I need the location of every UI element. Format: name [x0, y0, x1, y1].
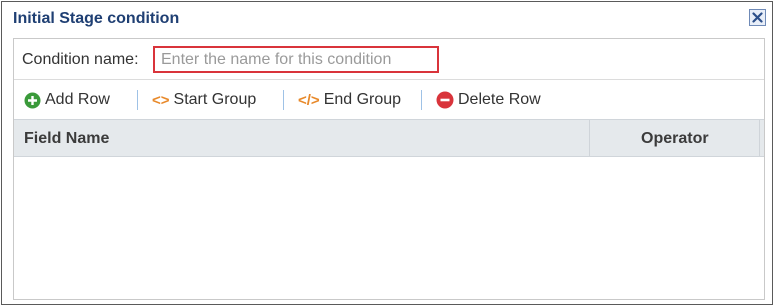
- close-icon[interactable]: [749, 9, 766, 26]
- add-row-button[interactable]: Add Row: [24, 89, 110, 111]
- toolbar-separator: [283, 90, 284, 110]
- column-header-operator[interactable]: Operator: [641, 130, 709, 148]
- dialog-title: Initial Stage condition: [13, 10, 180, 27]
- toolbar-separator: [421, 90, 422, 110]
- toolbar: Add Row <> Start Group </> End Group Del…: [14, 80, 764, 118]
- end-group-icon: </>: [298, 91, 320, 109]
- start-group-label: Start Group: [173, 91, 257, 108]
- condition-name-input[interactable]: [153, 46, 439, 73]
- column-divider: [589, 120, 590, 156]
- toolbar-separator: [137, 90, 138, 110]
- column-header-field-name[interactable]: Field Name: [24, 130, 109, 148]
- grid-body: [14, 157, 764, 299]
- column-divider: [759, 120, 760, 156]
- add-row-label: Add Row: [45, 91, 110, 108]
- dialog-titlebar: Initial Stage condition: [2, 2, 772, 36]
- condition-name-row: Condition name:: [14, 39, 764, 80]
- condition-name-label: Condition name:: [22, 51, 139, 68]
- end-group-button[interactable]: </> End Group: [298, 89, 401, 111]
- start-group-icon: <>: [152, 91, 170, 109]
- dialog-content: Condition name: Add Row <> Start Group: [13, 38, 765, 300]
- grid-header: Field Name Operator: [14, 119, 764, 157]
- delete-row-label: Delete Row: [458, 91, 541, 108]
- end-group-label: End Group: [323, 91, 402, 108]
- add-icon: [24, 92, 41, 109]
- start-group-button[interactable]: <> Start Group: [152, 89, 256, 111]
- delete-icon: [436, 91, 454, 109]
- condition-dialog: Initial Stage condition Condition name: …: [1, 1, 773, 305]
- delete-row-button[interactable]: Delete Row: [436, 89, 541, 111]
